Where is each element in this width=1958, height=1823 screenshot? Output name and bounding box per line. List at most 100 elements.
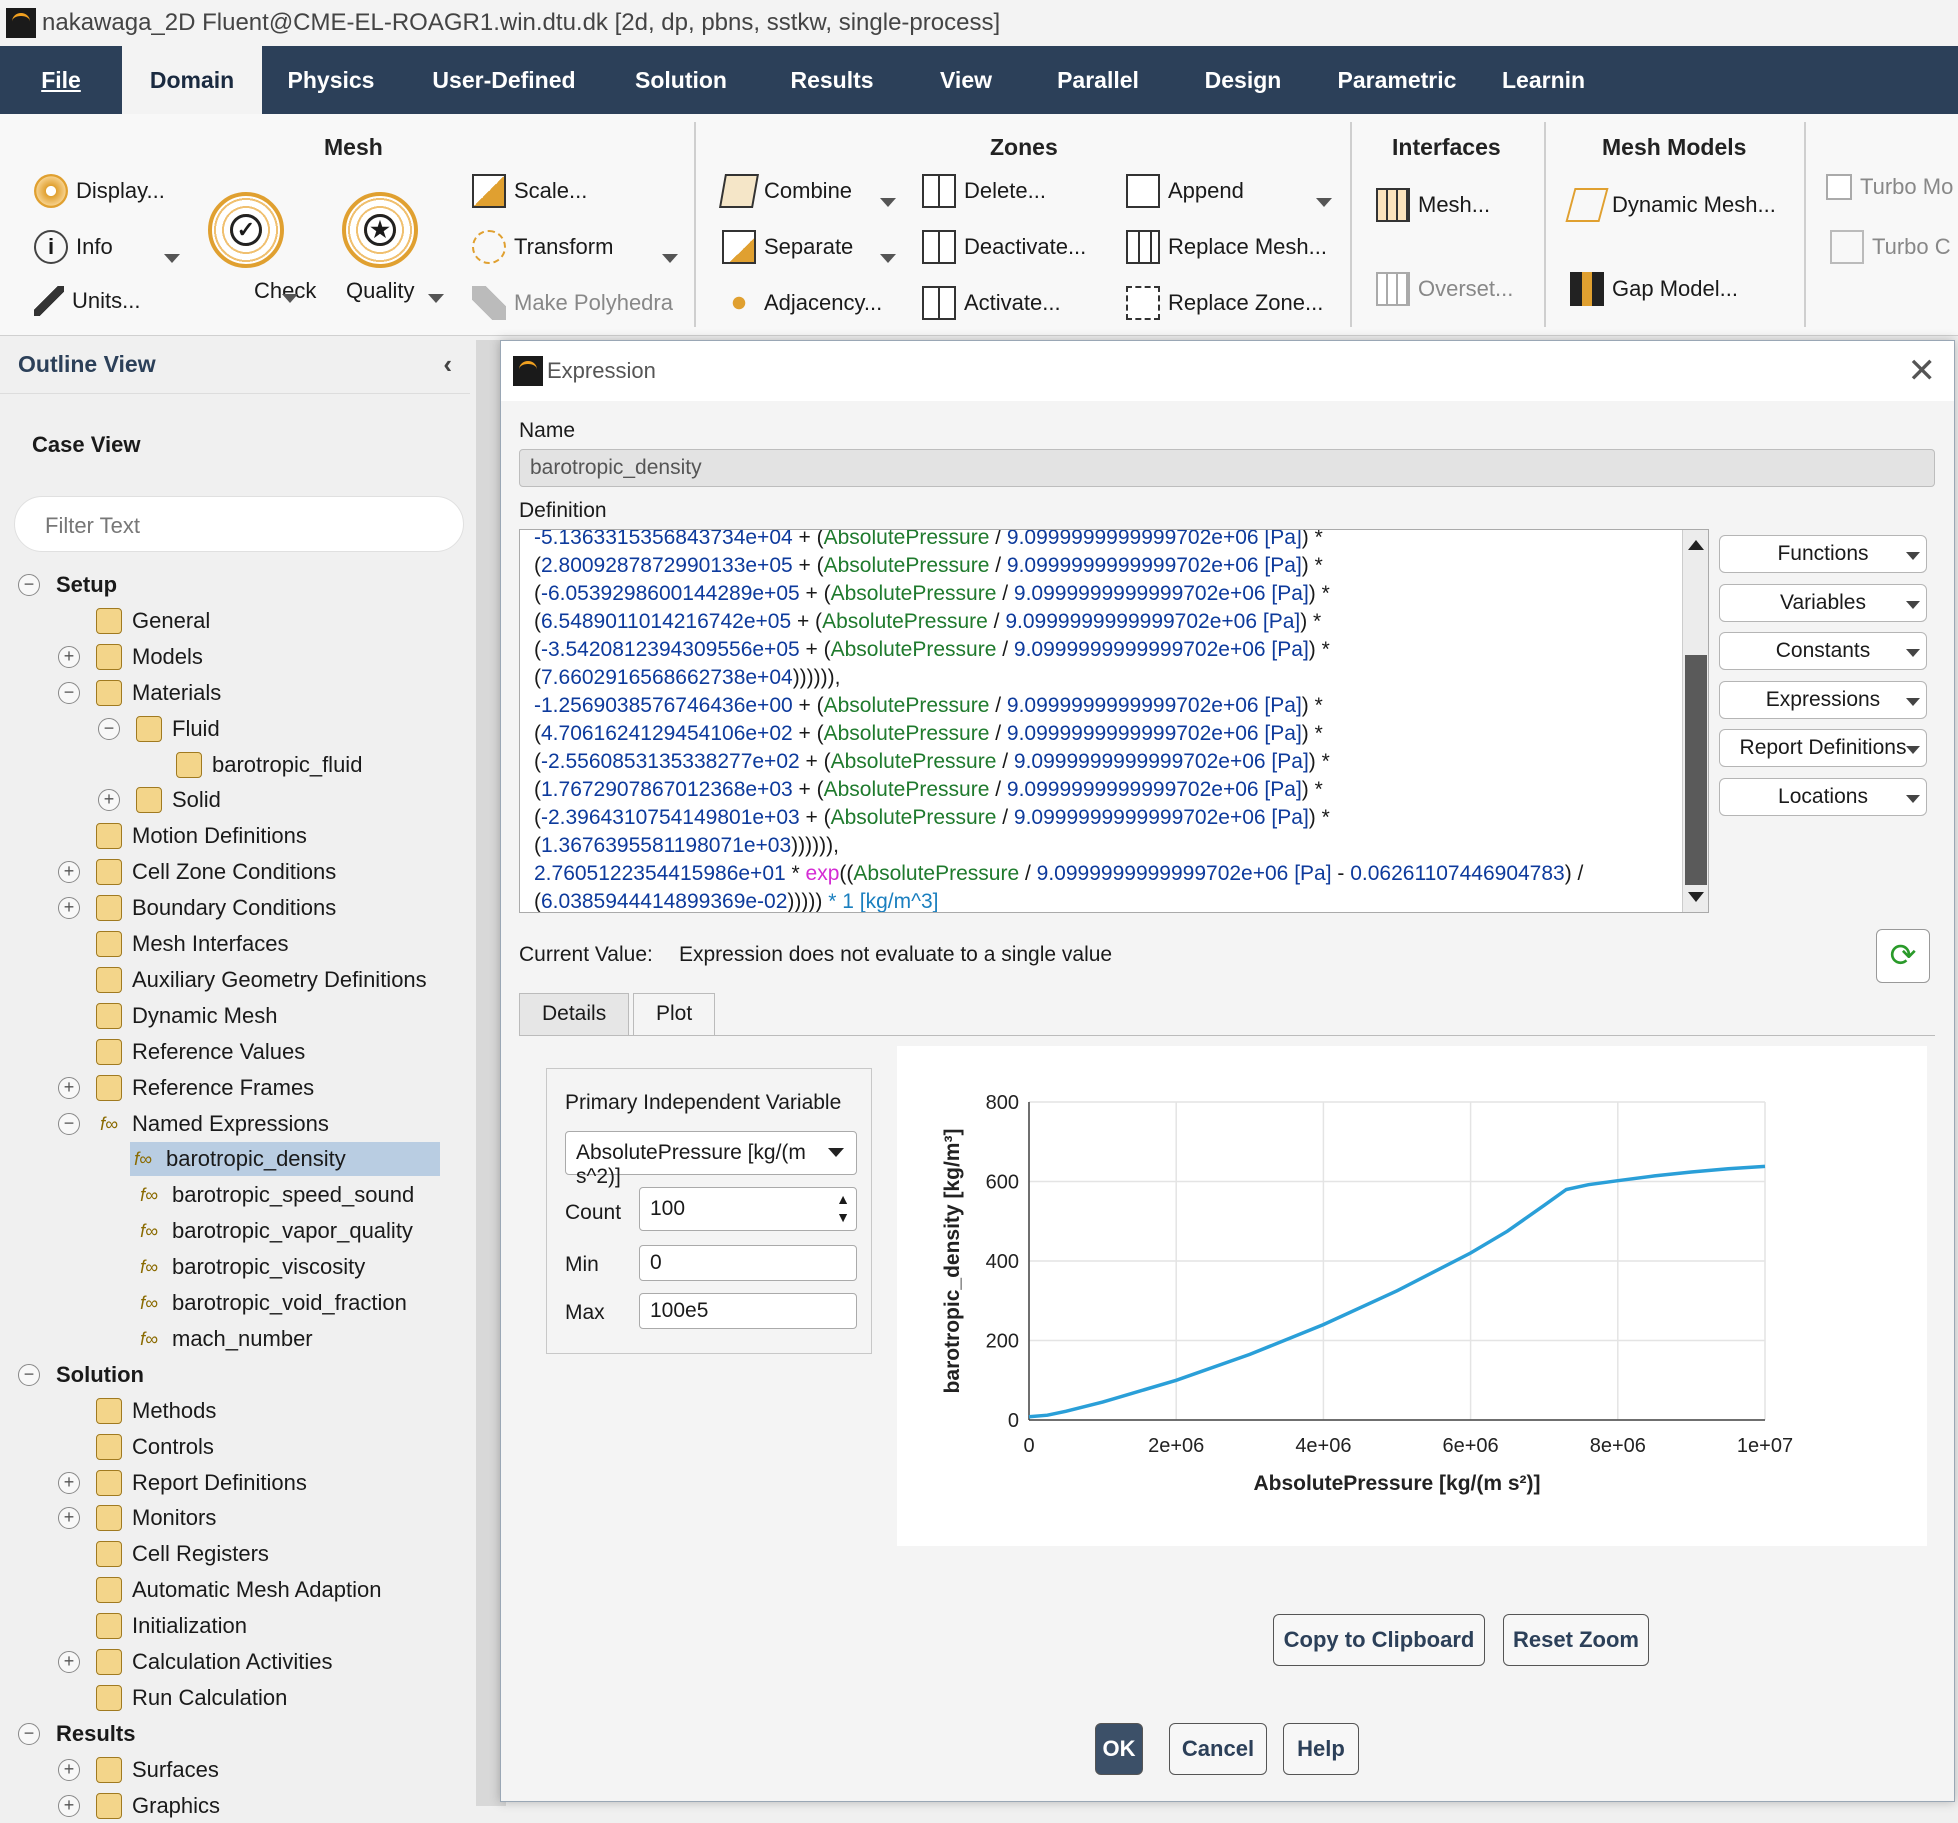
- combine-button[interactable]: Combine: [719, 174, 852, 208]
- refresh-icon[interactable]: ⟳: [1876, 929, 1930, 983]
- quality-dropdown-icon[interactable]: [428, 294, 444, 303]
- scroll-thumb[interactable]: [1685, 655, 1707, 885]
- tab-parametric[interactable]: Parametric: [1312, 46, 1482, 114]
- tab-physics[interactable]: Physics: [262, 46, 400, 114]
- scale-button[interactable]: Scale...: [472, 174, 587, 208]
- tree-item[interactable]: f∞ barotropic_void_fraction: [136, 1286, 407, 1320]
- tree-item[interactable]: Results: [56, 1717, 135, 1751]
- tab-details[interactable]: Details: [519, 993, 630, 1035]
- name-field[interactable]: barotropic_density: [519, 449, 1935, 487]
- tree-item[interactable]: Calculation Activities: [96, 1645, 333, 1679]
- locations-menu-button[interactable]: Locations: [1719, 777, 1927, 816]
- scroll-up-icon[interactable]: [1688, 540, 1704, 550]
- make-polyhedra-button[interactable]: Make Polyhedra: [472, 286, 673, 320]
- close-icon[interactable]: ✕: [1908, 351, 1937, 391]
- activate-button[interactable]: Activate...: [922, 286, 1061, 320]
- check-dropdown-icon[interactable]: [282, 294, 298, 303]
- tree-item[interactable]: Solution: [56, 1358, 144, 1392]
- collapse-icon[interactable]: −: [58, 681, 80, 704]
- overset-button[interactable]: Overset...: [1376, 272, 1513, 306]
- min-input[interactable]: 0: [639, 1245, 857, 1281]
- collapse-icon[interactable]: −: [18, 1363, 40, 1386]
- tab-design[interactable]: Design: [1174, 46, 1312, 114]
- expand-icon[interactable]: +: [58, 1758, 80, 1781]
- collapse-chevron-icon[interactable]: ‹: [443, 349, 452, 380]
- definition-editor[interactable]: -5.1363315356843734e+04 + (AbsolutePress…: [519, 529, 1709, 913]
- functions-menu-button[interactable]: Functions: [1719, 535, 1927, 573]
- tree-item[interactable]: General: [96, 604, 210, 638]
- tree-item[interactable]: Mesh Interfaces: [96, 927, 289, 961]
- tab-plot[interactable]: Plot: [633, 993, 716, 1035]
- expand-icon[interactable]: +: [98, 789, 120, 812]
- help-button[interactable]: Help: [1283, 1723, 1359, 1775]
- tree-item[interactable]: f∞ barotropic_viscosity: [136, 1250, 365, 1284]
- max-input[interactable]: 100e5: [639, 1293, 857, 1329]
- info-button[interactable]: i Info: [34, 230, 113, 264]
- expressions-menu-button[interactable]: Expressions: [1719, 680, 1927, 719]
- delete-button[interactable]: Delete...: [922, 174, 1046, 208]
- tree-item[interactable]: Monitors: [96, 1501, 216, 1535]
- tree-item[interactable]: f∞ Named Expressions: [96, 1107, 329, 1141]
- interfaces-mesh-button[interactable]: Mesh...: [1376, 188, 1490, 222]
- tree-item[interactable]: Setup: [56, 568, 117, 602]
- replace-mesh-button[interactable]: Replace Mesh...: [1126, 230, 1327, 264]
- tree-item[interactable]: Models: [96, 640, 203, 674]
- tree-item[interactable]: Solid: [136, 783, 221, 817]
- tree-item[interactable]: Cell Zone Conditions: [96, 855, 336, 889]
- tree-item[interactable]: Auxiliary Geometry Definitions: [96, 963, 427, 997]
- collapse-icon[interactable]: −: [18, 574, 40, 596]
- info-dropdown-icon[interactable]: [164, 254, 180, 263]
- deactivate-button[interactable]: Deactivate...: [922, 230, 1086, 264]
- tab-solution[interactable]: Solution: [608, 46, 754, 114]
- piv-dropdown[interactable]: AbsolutePressure [kg/(m s^2)]: [565, 1131, 857, 1188]
- gap-model-button[interactable]: Gap Model...: [1570, 272, 1738, 306]
- adjacency-button[interactable]: Adjacency...: [722, 286, 882, 320]
- tree-item[interactable]: Controls: [96, 1430, 214, 1464]
- cancel-button[interactable]: Cancel: [1169, 1723, 1267, 1775]
- tree-item[interactable]: barotropic_fluid: [176, 748, 362, 782]
- tree-item[interactable]: Automatic Mesh Adaption: [96, 1573, 381, 1607]
- collapse-icon[interactable]: −: [98, 717, 120, 740]
- quality-button[interactable]: Quality: [346, 278, 414, 304]
- turbo-create-button[interactable]: Turbo C: [1830, 230, 1951, 264]
- expand-icon[interactable]: +: [58, 861, 80, 884]
- tab-results[interactable]: Results: [754, 46, 910, 114]
- tree-item[interactable]: Cell Registers: [96, 1537, 269, 1571]
- tree-item[interactable]: Initialization: [96, 1609, 247, 1643]
- combine-dropdown-icon[interactable]: [880, 198, 896, 207]
- tree-item[interactable]: f∞ barotropic_speed_sound: [136, 1178, 414, 1212]
- display-button[interactable]: Display...: [34, 174, 165, 208]
- replace-zone-button[interactable]: Replace Zone...: [1126, 286, 1323, 320]
- tree-item[interactable]: f∞ barotropic_density: [130, 1142, 440, 1177]
- tab-learning[interactable]: Learnin: [1482, 46, 1958, 114]
- tree-item[interactable]: Boundary Conditions: [96, 891, 336, 925]
- collapse-icon[interactable]: −: [58, 1112, 80, 1135]
- tree-item[interactable]: Dynamic Mesh: [96, 999, 277, 1033]
- tree-item[interactable]: Materials: [96, 676, 221, 710]
- collapse-icon[interactable]: −: [18, 1722, 40, 1745]
- tree-item[interactable]: f∞ barotropic_vapor_quality: [136, 1214, 413, 1248]
- tree-item[interactable]: Motion Definitions: [96, 819, 307, 853]
- tree-item[interactable]: Methods: [96, 1394, 216, 1428]
- report-definitions-menu-button[interactable]: Report Definitions: [1719, 729, 1927, 767]
- variables-menu-button[interactable]: Variables: [1719, 583, 1927, 622]
- definition-scrollbar[interactable]: [1682, 530, 1708, 912]
- scroll-down-icon[interactable]: [1688, 892, 1704, 902]
- expand-icon[interactable]: +: [58, 1651, 80, 1673]
- tab-view[interactable]: View: [910, 46, 1022, 114]
- append-button[interactable]: Append: [1126, 174, 1244, 208]
- copy-to-clipboard-button[interactable]: Copy to Clipboard: [1273, 1614, 1485, 1666]
- expand-icon[interactable]: +: [58, 1471, 80, 1494]
- ok-button[interactable]: OK: [1095, 1723, 1143, 1775]
- expand-icon[interactable]: +: [58, 645, 80, 668]
- tree-item[interactable]: Report Definitions: [96, 1466, 307, 1500]
- tree-item[interactable]: Surfaces: [96, 1753, 219, 1787]
- filter-text-input[interactable]: Filter Text: [14, 496, 464, 552]
- tree-item[interactable]: Reference Values: [96, 1035, 305, 1069]
- density-chart[interactable]: 0 2e+06 4e+06 6e+06 8e+06 1e+07 0 200 400 600 800 A…: [897, 1046, 1927, 1546]
- transform-button[interactable]: Transform: [472, 230, 613, 264]
- expand-icon[interactable]: +: [58, 897, 80, 920]
- tree-item[interactable]: Run Calculation: [96, 1681, 287, 1715]
- separate-button[interactable]: Separate: [722, 230, 853, 264]
- tree-item[interactable]: Reference Frames: [96, 1071, 314, 1105]
